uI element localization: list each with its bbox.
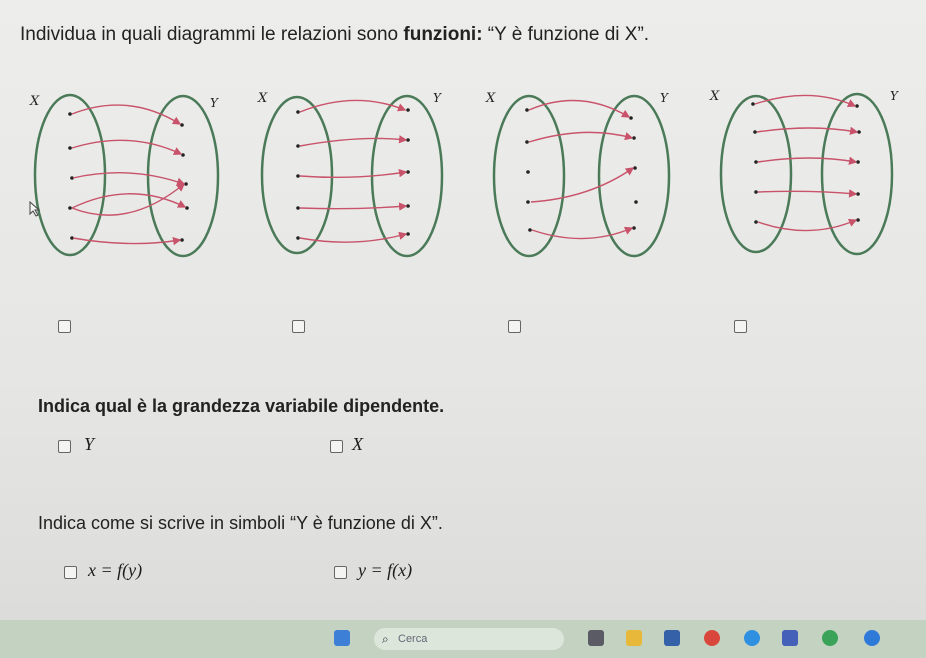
option-x-label: X	[352, 434, 363, 454]
diagram-2: X Y	[257, 91, 444, 258]
store-icon[interactable]	[664, 630, 680, 646]
question-2-text: Indica qual è la grandezza variabile dip…	[38, 396, 445, 416]
diagram-4: X Y	[709, 89, 899, 256]
start-button-icon[interactable]	[334, 630, 350, 646]
diagram-3: X Y	[485, 91, 671, 258]
question-3-text: Indica come si scrive in simboli “Y è fu…	[38, 513, 443, 533]
taskbar: ⌕ Cerca	[0, 620, 926, 658]
option-y-label: Y	[84, 434, 95, 454]
diagram-3-y-label: Y	[660, 91, 669, 105]
diagram-3-x-label: X	[485, 91, 496, 106]
diagram-4-x-label: X	[709, 89, 720, 104]
diagram-1-x-label: X	[29, 94, 40, 109]
diagram-1: X Y	[29, 93, 220, 258]
search-placeholder: Cerca	[398, 633, 428, 645]
taskbar-search[interactable]: ⌕ Cerca	[374, 628, 564, 650]
worksheet-page: Individua in quali diagrammi le relazion…	[0, 0, 926, 620]
relation-diagrams: X Y X Y X Y X Y	[29, 89, 899, 258]
diagram-1-y-label: Y	[210, 96, 219, 110]
diagram-1-checkbox[interactable]	[58, 320, 71, 333]
option-x-of-y-checkbox[interactable]	[64, 566, 77, 579]
option-y-of-x-label: y = f(x)	[358, 560, 413, 580]
browser-icon[interactable]	[864, 630, 880, 646]
app-icon[interactable]	[782, 630, 798, 646]
option-y-checkbox[interactable]	[58, 440, 71, 453]
search-icon: ⌕	[382, 632, 389, 646]
diagram-4-checkbox[interactable]	[734, 320, 747, 333]
whatsapp-icon[interactable]	[822, 630, 838, 646]
option-y-of-x-checkbox[interactable]	[334, 566, 347, 579]
diagram-4-y-label: Y	[890, 89, 899, 103]
option-x-of-y-label: x = f(y)	[88, 560, 143, 580]
telegram-icon[interactable]	[744, 630, 760, 646]
chrome-icon[interactable]	[704, 630, 720, 646]
diagram-2-x-label: X	[257, 91, 268, 106]
question-1-text: Individua in quali diagrammi le relazion…	[20, 24, 650, 45]
folder-icon[interactable]	[626, 630, 642, 646]
option-x-checkbox[interactable]	[330, 440, 343, 453]
diagram-3-checkbox[interactable]	[508, 320, 521, 333]
diagram-2-y-label: Y	[433, 91, 442, 105]
diagram-2-checkbox[interactable]	[292, 320, 305, 333]
notes-app-icon[interactable]	[588, 630, 604, 646]
